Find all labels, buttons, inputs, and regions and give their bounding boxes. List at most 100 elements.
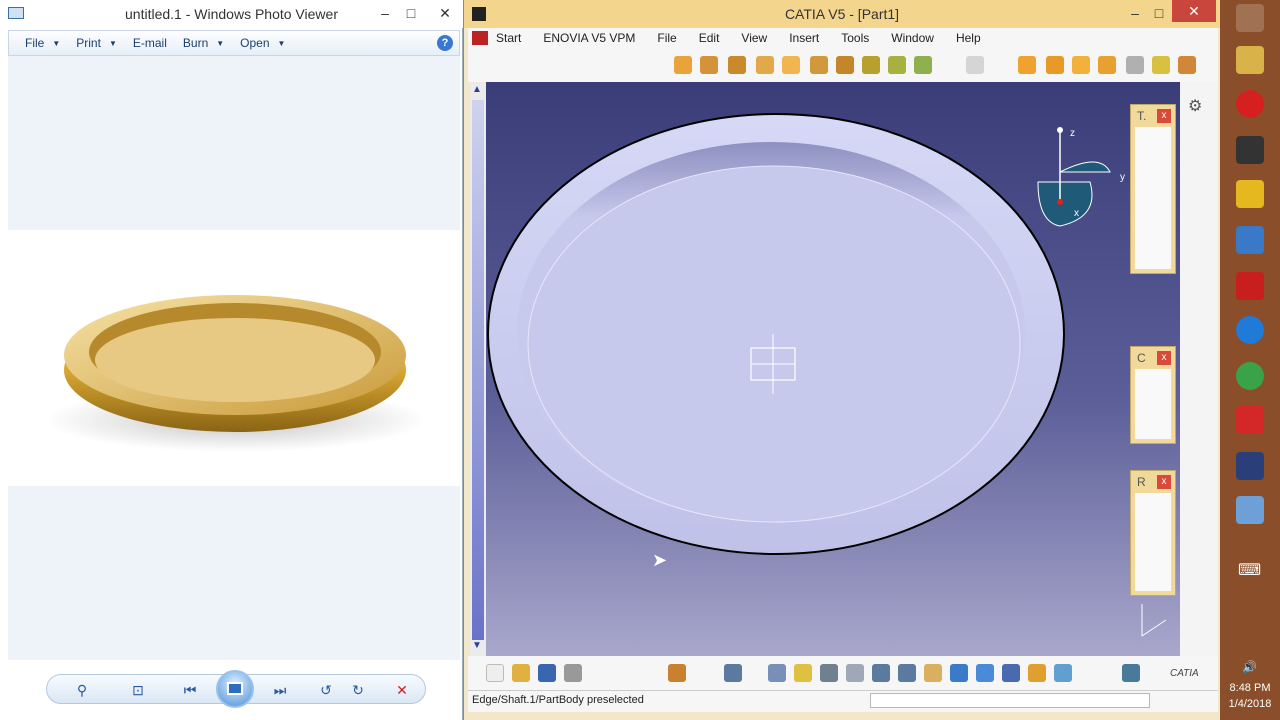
menu-open[interactable]: Open ▼ — [240, 36, 285, 50]
open-icon[interactable] — [512, 664, 530, 682]
fit-all-icon[interactable] — [794, 664, 812, 682]
pocket-icon[interactable] — [700, 56, 718, 74]
compass-icon[interactable]: z y x — [1030, 122, 1130, 232]
undo-icon[interactable] — [668, 664, 686, 682]
catia-close-button[interactable]: ✕ — [1172, 0, 1216, 22]
groove-icon[interactable] — [756, 56, 774, 74]
catia-maximize-button[interactable]: □ — [1144, 2, 1174, 24]
rib-icon[interactable] — [810, 56, 828, 74]
volume-icon[interactable]: 🔊 — [1242, 660, 1257, 674]
keyboard-icon[interactable]: ⌨ — [1238, 560, 1261, 580]
stiffener-icon[interactable] — [862, 56, 880, 74]
whats-this-icon[interactable] — [724, 664, 742, 682]
new-icon[interactable] — [486, 664, 504, 682]
shaft-icon[interactable] — [728, 56, 746, 74]
fly-mode-icon[interactable] — [768, 664, 786, 682]
view-mode-icon[interactable] — [976, 664, 994, 682]
scroll-up-icon[interactable]: ▲ — [472, 84, 482, 95]
app-icon[interactable] — [1236, 226, 1264, 254]
menu-burn[interactable]: Burn ▼ — [183, 36, 224, 50]
catia-icon[interactable] — [1236, 452, 1264, 480]
catia-logo: CATIA — [1170, 668, 1199, 679]
menu-start[interactable]: Start — [496, 31, 521, 45]
sketcher-icon[interactable] — [966, 56, 984, 74]
photo-viewer-titlebar[interactable]: untitled.1 - Windows Photo Viewer – □ ✕ — [0, 0, 463, 28]
clock-date[interactable]: 1/4/2018 — [1220, 698, 1280, 710]
chevron-down-icon: ▼ — [108, 38, 117, 48]
menu-email[interactable]: E-mail — [133, 36, 167, 50]
zoom-in-icon[interactable] — [872, 664, 890, 682]
floating-toolbar-t[interactable]: T. x — [1130, 104, 1176, 274]
pan-icon[interactable] — [820, 664, 838, 682]
actual-size-icon[interactable]: ⊡ — [127, 679, 149, 701]
opera-icon[interactable] — [1236, 90, 1264, 118]
zoom-icon[interactable]: ⚲ — [71, 679, 93, 701]
app-icon[interactable] — [1236, 316, 1264, 344]
swap-space-icon[interactable] — [1028, 664, 1046, 682]
previous-icon[interactable]: ⏮ — [179, 679, 201, 701]
menu-window[interactable]: Window — [891, 31, 934, 45]
shell-icon[interactable] — [1098, 56, 1116, 74]
gear-icon[interactable]: ⚙ — [1188, 96, 1202, 116]
apply-material-icon[interactable] — [1054, 664, 1072, 682]
normal-view-icon[interactable] — [924, 664, 942, 682]
menu-insert[interactable]: Insert — [789, 31, 819, 45]
slot-icon[interactable] — [836, 56, 854, 74]
hide-show-icon[interactable] — [1002, 664, 1020, 682]
windows-start-icon[interactable] — [1236, 4, 1264, 32]
power-input-field[interactable] — [870, 693, 1150, 708]
mirror-icon[interactable] — [1178, 56, 1196, 74]
chevron-down-icon: ▼ — [277, 38, 286, 48]
close-icon[interactable]: x — [1157, 475, 1171, 489]
delete-icon[interactable]: ✕ — [391, 679, 413, 701]
close-button[interactable]: ✕ — [430, 2, 460, 24]
next-icon[interactable]: ⏭ — [269, 679, 291, 701]
menu-view[interactable]: View — [741, 31, 767, 45]
close-icon[interactable]: x — [1157, 351, 1171, 365]
catia-3d-viewport[interactable]: z y x ➤ — [486, 82, 1180, 656]
scrollbar-thumb[interactable] — [472, 100, 484, 640]
menu-enovia[interactable]: ENOVIA V5 VPM — [543, 31, 635, 45]
hole-icon[interactable] — [782, 56, 800, 74]
zoom-out-icon[interactable] — [898, 664, 916, 682]
app-icon[interactable] — [1236, 136, 1264, 164]
menu-tools[interactable]: Tools — [841, 31, 869, 45]
floating-toolbar-c[interactable]: C x — [1130, 346, 1176, 444]
slideshow-button[interactable] — [216, 670, 254, 708]
menu-edit[interactable]: Edit — [699, 31, 720, 45]
menu-help[interactable]: Help — [956, 31, 981, 45]
measure-icon[interactable] — [1122, 664, 1140, 682]
chrome-icon[interactable] — [1236, 362, 1264, 390]
photo-viewer-icon[interactable] — [1236, 496, 1264, 524]
rotate-cw-icon[interactable]: ↻ — [347, 679, 369, 701]
save-icon[interactable] — [538, 664, 556, 682]
menu-file[interactable]: File ▼ — [25, 36, 60, 50]
gold-dish-render — [46, 295, 426, 452]
catia-toolbar — [468, 48, 1218, 82]
rotate-ccw-icon[interactable]: ↺ — [315, 679, 337, 701]
quick-view-icon[interactable] — [950, 664, 968, 682]
remove-loft-icon[interactable] — [914, 56, 932, 74]
close-icon[interactable]: x — [1157, 109, 1171, 123]
clock-time[interactable]: 8:48 PM — [1220, 682, 1280, 694]
draft-icon[interactable] — [1072, 56, 1090, 74]
pad-icon[interactable] — [674, 56, 692, 74]
loft-icon[interactable] — [888, 56, 906, 74]
scroll-down-icon[interactable]: ▼ — [472, 640, 482, 651]
fillet-icon[interactable] — [1018, 56, 1036, 74]
file-explorer-icon[interactable] — [1236, 46, 1264, 74]
thread-icon[interactable] — [1126, 56, 1144, 74]
autocad-icon[interactable] — [1236, 180, 1264, 208]
solidworks-2016-icon[interactable] — [1236, 272, 1264, 300]
help-icon[interactable]: ? — [437, 35, 453, 51]
catia-menu-logo-icon — [472, 31, 488, 45]
menu-file[interactable]: File — [657, 31, 676, 45]
menu-print[interactable]: Print ▼ — [76, 36, 117, 50]
sketchup-icon[interactable] — [1236, 406, 1264, 434]
chamfer-icon[interactable] — [1046, 56, 1064, 74]
axis-system-icon[interactable] — [1152, 56, 1170, 74]
rotate-icon[interactable] — [846, 664, 864, 682]
floating-toolbar-r[interactable]: R x — [1130, 470, 1176, 596]
maximize-button[interactable]: □ — [396, 2, 426, 24]
print-icon[interactable] — [564, 664, 582, 682]
